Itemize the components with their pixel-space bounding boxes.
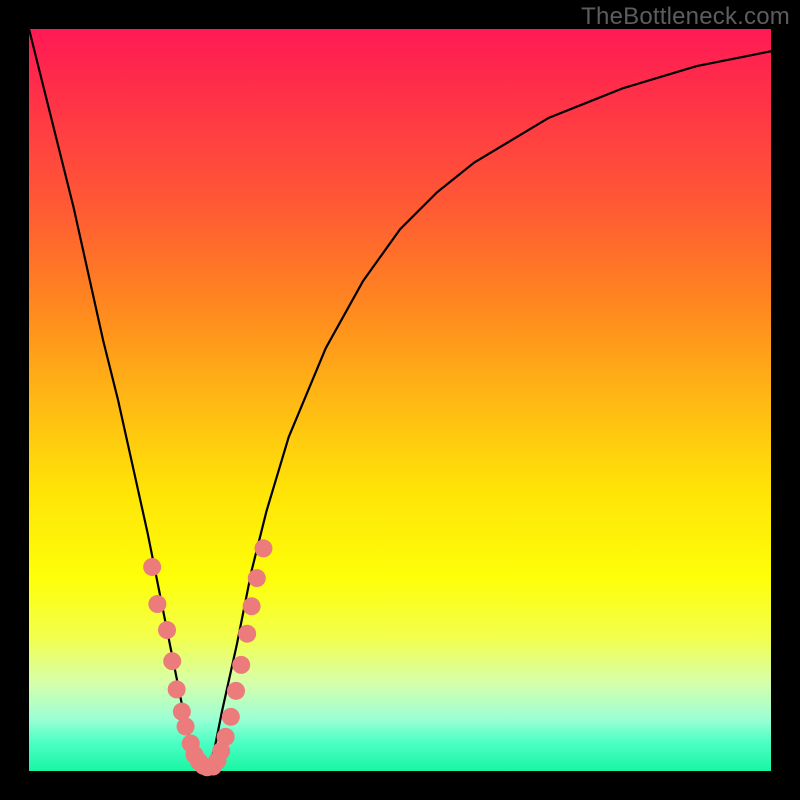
chart-marker <box>254 539 272 557</box>
chart-marker <box>243 597 261 615</box>
chart-marker <box>168 680 186 698</box>
chart-marker <box>158 621 176 639</box>
chart-marker <box>248 569 266 587</box>
chart-marker <box>163 652 181 670</box>
chart-plot-area <box>29 29 771 771</box>
chart-marker <box>222 708 240 726</box>
chart-marker <box>143 558 161 576</box>
chart-marker <box>232 656 250 674</box>
curve-line <box>29 29 771 771</box>
chart-marker <box>177 717 195 735</box>
chart-marker <box>148 595 166 613</box>
chart-marker <box>238 625 256 643</box>
chart-marker <box>217 728 235 746</box>
chart-svg <box>29 29 771 771</box>
chart-frame: TheBottleneck.com <box>0 0 800 800</box>
watermark-label: TheBottleneck.com <box>581 3 790 31</box>
chart-marker <box>227 682 245 700</box>
chart-markers <box>143 539 272 776</box>
chart-curve <box>29 29 771 771</box>
